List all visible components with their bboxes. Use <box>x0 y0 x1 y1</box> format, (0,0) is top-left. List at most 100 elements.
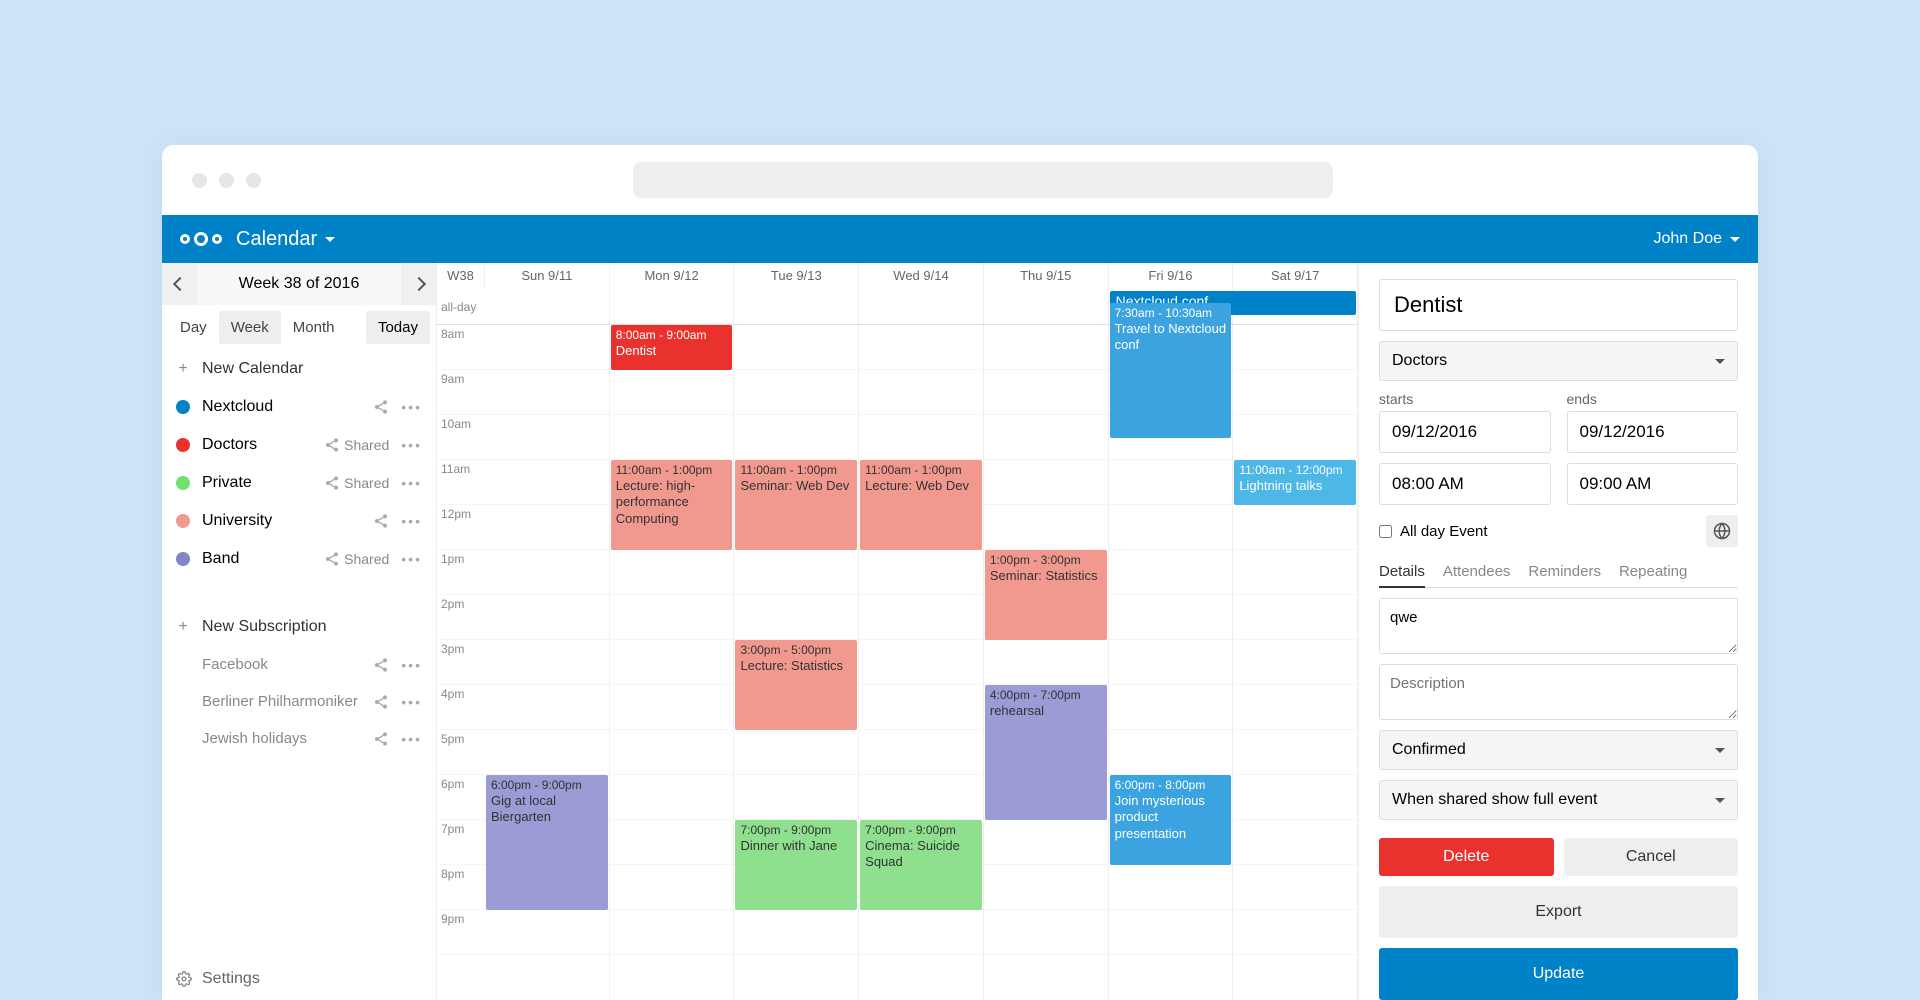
tab-attendees[interactable]: Attendees <box>1443 557 1511 587</box>
event-time: 6:00pm - 8:00pm <box>1115 778 1227 793</box>
share-icon[interactable] <box>373 657 389 673</box>
status-value: Confirmed <box>1392 741 1466 759</box>
calendar-row[interactable]: DoctorsShared••• <box>162 426 436 464</box>
share-icon[interactable] <box>373 731 389 747</box>
share-icon[interactable]: Shared <box>324 437 389 453</box>
prev-week-button[interactable] <box>162 263 197 305</box>
event-title-input[interactable] <box>1379 279 1738 331</box>
start-time-input[interactable] <box>1379 463 1551 505</box>
next-week-button[interactable] <box>401 263 436 305</box>
day-column[interactable]: 11:00am - 1:00pmLecture: Web Dev 7:00pm -… <box>859 325 984 1000</box>
more-icon[interactable]: ••• <box>401 657 422 673</box>
export-button[interactable]: Export <box>1379 886 1738 938</box>
new-subscription-button[interactable]: + New Subscription <box>162 608 436 646</box>
subscription-name: Berliner Philharmoniker <box>202 693 361 710</box>
start-date-input[interactable] <box>1379 411 1551 453</box>
sharing-select[interactable]: When shared show full event <box>1379 780 1738 820</box>
plus-icon: + <box>176 360 190 378</box>
day-column[interactable]: 1:00pm - 3:00pmSeminar: Statistics 4:00pm… <box>984 325 1109 1000</box>
event-time: 7:00pm - 9:00pm <box>740 823 852 838</box>
share-icon[interactable] <box>373 399 389 415</box>
calendar-event[interactable]: 11:00am - 1:00pmSeminar: Web Dev <box>735 460 857 550</box>
more-icon[interactable]: ••• <box>401 551 422 567</box>
delete-button[interactable]: Delete <box>1379 838 1554 876</box>
allday-cell[interactable] <box>734 289 859 324</box>
allday-checkbox[interactable] <box>1379 525 1392 538</box>
event-calendar-select[interactable]: Doctors <box>1379 341 1738 381</box>
calendar-event[interactable]: 8:00am - 9:00amDentist <box>611 325 733 370</box>
today-button[interactable]: Today <box>366 311 430 344</box>
calendar-grid: W38 Sun 9/11Mon 9/12Tue 9/13Wed 9/14Thu … <box>437 263 1358 1000</box>
calendar-event[interactable]: 4:00pm - 7:00pmrehearsal <box>985 685 1107 820</box>
sidebar: Week 38 of 2016 Day Week Month Today + N… <box>162 263 437 1000</box>
description-input[interactable] <box>1379 664 1738 720</box>
calendar-color-dot <box>176 438 190 452</box>
more-icon[interactable]: ••• <box>401 399 422 415</box>
day-column[interactable]: 7:30am - 10:30amTravel to Nextcloud conf… <box>1109 325 1234 1000</box>
share-icon[interactable] <box>373 694 389 710</box>
user-menu[interactable]: John Doe <box>1654 230 1741 248</box>
allday-cell[interactable] <box>1233 289 1358 324</box>
end-time-input[interactable] <box>1567 463 1739 505</box>
calendar-event[interactable]: 6:00pm - 8:00pmJoin mysterious product p… <box>1110 775 1232 865</box>
calendar-event[interactable]: 11:00am - 1:00pmLecture: high-performanc… <box>611 460 733 550</box>
cancel-button[interactable]: Cancel <box>1564 838 1739 876</box>
ends-label: ends <box>1567 391 1739 407</box>
calendar-event[interactable]: 6:00pm - 9:00pmGig at local Biergarten <box>486 775 608 910</box>
allday-cell[interactable] <box>485 289 610 324</box>
share-icon[interactable]: Shared <box>324 475 389 491</box>
calendar-row[interactable]: PrivateShared••• <box>162 464 436 502</box>
update-button[interactable]: Update <box>1379 948 1738 1000</box>
share-icon[interactable]: Shared <box>324 551 389 567</box>
day-column[interactable]: 6:00pm - 9:00pmGig at local Biergarten <box>485 325 610 1000</box>
more-icon[interactable]: ••• <box>401 694 422 710</box>
calendar-row[interactable]: BandShared••• <box>162 540 436 578</box>
calendar-row[interactable]: Nextcloud••• <box>162 388 436 426</box>
browser-chrome <box>162 145 1758 215</box>
more-icon[interactable]: ••• <box>401 513 422 529</box>
allday-cell[interactable] <box>859 289 984 324</box>
settings-button[interactable]: Settings <box>162 958 436 1000</box>
calendar-event[interactable]: 1:00pm - 3:00pmSeminar: Statistics <box>985 550 1107 640</box>
subscription-row[interactable]: Berliner Philharmoniker ••• <box>162 683 436 720</box>
subscription-row[interactable]: Facebook••• <box>162 646 436 683</box>
share-icon[interactable] <box>373 513 389 529</box>
timezone-button[interactable] <box>1706 515 1738 547</box>
day-column[interactable]: 11:00am - 1:00pmSeminar: Web Dev 3:00pm -… <box>734 325 859 1000</box>
view-day-button[interactable]: Day <box>168 311 219 344</box>
calendar-event[interactable]: 7:00pm - 9:00pmCinema: Suicide Squad <box>860 820 982 910</box>
view-month-button[interactable]: Month <box>281 311 347 344</box>
event-title: Lecture: Statistics <box>740 658 843 673</box>
location-input[interactable]: qwe <box>1379 598 1738 654</box>
calendar-event[interactable]: 7:00pm - 9:00pmDinner with Jane <box>735 820 857 910</box>
day-column[interactable]: 8:00am - 9:00amDentist 11:00am - 1:00pmLe… <box>610 325 735 1000</box>
day-column[interactable]: 11:00am - 12:00pmLightning talks <box>1233 325 1358 1000</box>
end-date-input[interactable] <box>1567 411 1739 453</box>
calendar-event[interactable]: 11:00am - 1:00pmLecture: Web Dev <box>860 460 982 550</box>
tab-repeating[interactable]: Repeating <box>1619 557 1687 587</box>
event-time: 7:00pm - 9:00pm <box>865 823 977 838</box>
address-bar[interactable] <box>633 162 1333 198</box>
hour-label: 9pm <box>437 910 485 955</box>
allday-cell[interactable] <box>984 289 1109 324</box>
app-switcher[interactable]: Calendar <box>236 228 335 251</box>
app-content: Week 38 of 2016 Day Week Month Today + N… <box>162 263 1758 1000</box>
more-icon[interactable]: ••• <box>401 475 422 491</box>
more-icon[interactable]: ••• <box>401 437 422 453</box>
more-icon[interactable]: ••• <box>401 731 422 747</box>
tab-reminders[interactable]: Reminders <box>1528 557 1601 587</box>
tab-details[interactable]: Details <box>1379 557 1425 588</box>
time-grid: 8am9am10am11am12pm1pm2pm3pm4pm5pm6pm7pm8… <box>437 325 1358 1000</box>
allday-cell[interactable] <box>610 289 735 324</box>
hour-labels: 8am9am10am11am12pm1pm2pm3pm4pm5pm6pm7pm8… <box>437 325 485 1000</box>
status-select[interactable]: Confirmed <box>1379 730 1738 770</box>
calendar-row[interactable]: University••• <box>162 502 436 540</box>
subscription-row[interactable]: Jewish holidays••• <box>162 720 436 757</box>
calendar-event[interactable]: 7:30am - 10:30amTravel to Nextcloud conf <box>1110 303 1232 438</box>
nextcloud-logo-icon[interactable] <box>180 232 222 246</box>
calendar-event[interactable]: 11:00am - 12:00pmLightning talks <box>1234 460 1356 505</box>
calendar-event[interactable]: 3:00pm - 5:00pmLecture: Statistics <box>735 640 857 730</box>
view-week-button[interactable]: Week <box>219 311 281 344</box>
caret-down-icon <box>1715 798 1725 803</box>
new-calendar-button[interactable]: + New Calendar <box>162 350 436 388</box>
